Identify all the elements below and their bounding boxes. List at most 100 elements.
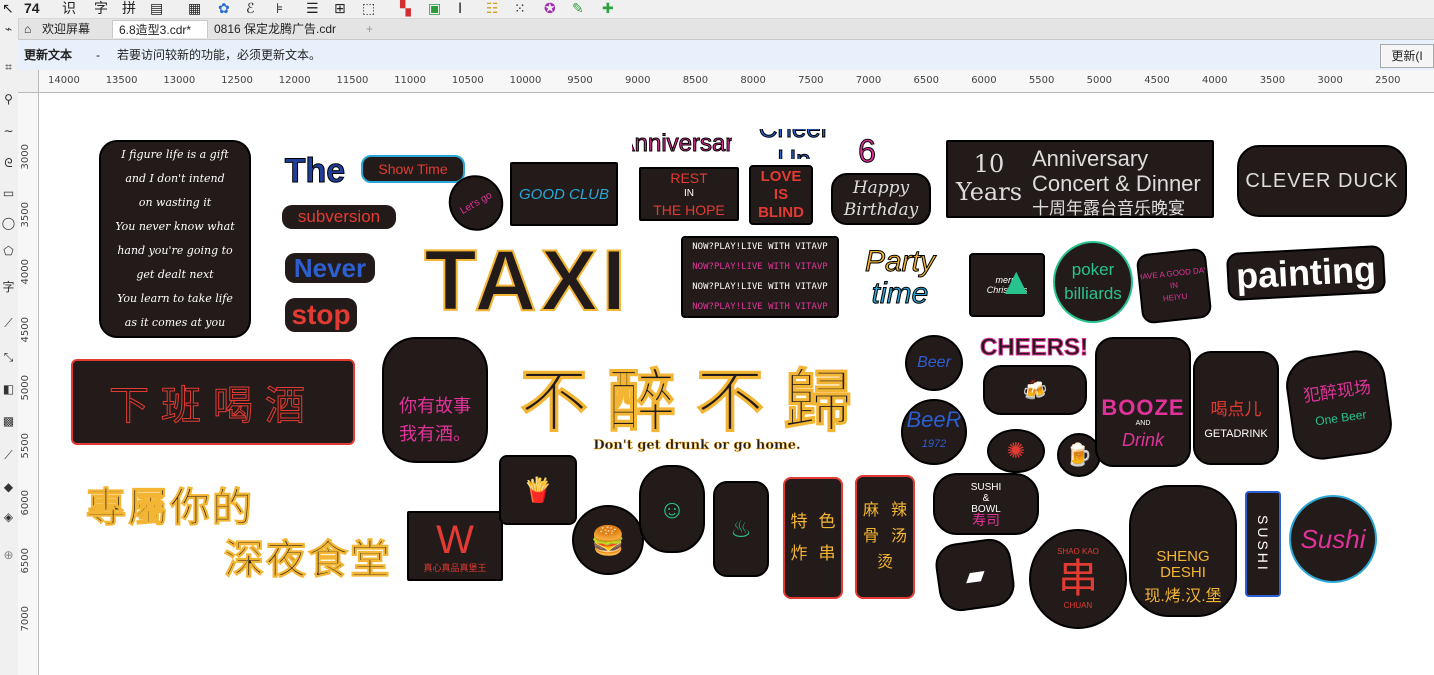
hotpot-icon[interactable]: ♨ (713, 481, 769, 577)
pattern-icon[interactable]: ✿ (218, 0, 230, 16)
vertical-ruler[interactable]: 3000 3500 4000 4500 5000 5500 6000 6500 7000 (18, 92, 39, 675)
sticker-shengdeshi[interactable]: SHENG DESHI 现.烤.汉.堡 (1129, 485, 1237, 617)
crop-tool-icon[interactable]: ⌗ (1, 60, 16, 75)
sticker-cheers[interactable]: CHEERS! (979, 333, 1089, 363)
sticker-shaokao[interactable]: SHAO KAO 串 CHUAN (1029, 529, 1127, 629)
add-tab-icon[interactable]: + (360, 20, 380, 38)
rectangle-tool-icon[interactable]: ▭ (1, 186, 16, 201)
sticker-stop[interactable]: stop (285, 298, 357, 332)
sticker-happy-birthday[interactable]: Happy Birthday (831, 173, 931, 225)
fries-icon[interactable]: 🍟 (499, 455, 577, 525)
sticker-anniversary[interactable]: Anniversary (632, 129, 732, 159)
sticker-beer-1972[interactable]: BeeR 1972 (901, 399, 967, 465)
sticker-six[interactable]: 6 (856, 133, 878, 169)
dots-icon[interactable]: ⁙ (514, 0, 526, 16)
sticker-clever-duck[interactable]: CLEVER DUCK (1237, 145, 1407, 217)
sticker-painting[interactable]: painting (1225, 244, 1387, 302)
distribute-icon[interactable]: ☰ (306, 0, 319, 16)
tab-doc-2[interactable]: 0816 保定龙腾广告.cdr (208, 20, 358, 38)
doc-icon[interactable]: ▤ (150, 0, 163, 16)
sticker-party-time[interactable]: Party time (851, 241, 949, 315)
sticker-good-club[interactable]: GOOD CLUB (510, 162, 618, 226)
line-tool-icon[interactable]: ⟋ (1, 316, 16, 331)
curve-icon[interactable]: ℰ (246, 0, 254, 16)
sticker-poker-billiards[interactable]: poker billiards (1053, 241, 1133, 323)
sticker-beer-1[interactable]: Beer (905, 335, 963, 391)
sticker-shenye-shitang[interactable]: 深夜食堂 (217, 533, 399, 580)
plugin-icon[interactable]: ✎ (572, 0, 584, 16)
update-button[interactable]: 更新(I (1380, 44, 1434, 68)
toast-icon[interactable]: ▰ (932, 536, 1018, 614)
macro-icon[interactable]: ✚ (602, 0, 614, 16)
fill-tool-icon[interactable]: ◆ (1, 480, 16, 495)
sticker-buzui-sub[interactable]: Don't get drunk or go home. (579, 435, 815, 455)
sticker-gushi-jiu[interactable]: 你有故事 我有酒。 (382, 337, 488, 463)
sticker-merry-christmas[interactable]: merry Christmas ▲ (969, 253, 1045, 317)
freehand-tool-icon[interactable]: ⌁ (1, 22, 16, 37)
sticker-never[interactable]: Never (285, 253, 375, 283)
menu-item-pinyin[interactable]: 拼 (122, 0, 136, 16)
sticker-fanzui-xianchang[interactable]: 犯醉现场 One Beer (1282, 346, 1396, 464)
horizontal-ruler[interactable]: 14000 13500 13000 12500 12000 11500 11000 10500… (18, 70, 1434, 93)
shengdeshi-line: SHENG (1156, 548, 1210, 565)
sticker-tese-zhachuan[interactable]: 特 色 炸 串 (783, 477, 843, 599)
color-icon[interactable]: ▚ (400, 0, 411, 16)
zoom-tool-icon[interactable]: ⚲ (1, 92, 16, 107)
ruler-origin[interactable] (18, 70, 39, 93)
sticker-mala-gutang[interactable]: 麻 辣 骨 汤 烫 (855, 475, 915, 599)
sticker-sushi-circle[interactable]: Sushi (1289, 495, 1377, 583)
menu-item-recognize[interactable]: 识 (62, 0, 76, 16)
home-icon[interactable]: ⌂ (18, 20, 37, 38)
effect-icon[interactable]: ✪ (544, 0, 556, 16)
list-icon[interactable]: ☷ (486, 0, 499, 16)
tab-current-doc[interactable]: 6.8造型3.cdr* (112, 20, 208, 38)
curve-tool-icon[interactable]: ∼ (1, 124, 16, 139)
sticker-cheer-up[interactable]: Cheer Up (744, 129, 844, 159)
eyedropper-tool-icon[interactable]: ⟋ (1, 448, 16, 463)
sticker-subversion[interactable]: subversion (282, 205, 396, 229)
sticker-good-day[interactable]: HAVE A GOOD DAY IN HEIYU (1135, 247, 1213, 325)
sticker-sushi-bowl[interactable]: SUSHI & BOWL 寿司 (933, 473, 1039, 535)
tb-74-icon[interactable]: 74 (24, 0, 40, 16)
sticker-rest-in-the-hope[interactable]: REST IN THE HOPE (639, 167, 739, 221)
polygon-tool-icon[interactable]: ⬠ (1, 244, 16, 259)
chili-icon[interactable]: ✺ (987, 429, 1045, 473)
spiral-tool-icon[interactable]: ᘓ (1, 156, 16, 171)
sticker-getadrink[interactable]: 喝点儿 GETADRINK (1193, 351, 1279, 465)
text-format-icon[interactable]: Ⅰ (458, 0, 462, 16)
tab-welcome[interactable]: 欢迎屏幕 (36, 20, 110, 38)
ellipse-tool-icon[interactable]: ◯ (1, 216, 16, 231)
sticker-the[interactable]: The (275, 153, 355, 189)
image-icon[interactable]: ▣ (428, 0, 441, 16)
connector-tool-icon[interactable]: ⤡ (1, 350, 16, 365)
sticker-booze[interactable]: BOOZE AND Drink (1095, 337, 1191, 467)
sticker-burger-king[interactable]: W 真心真品真堡王 (407, 511, 503, 581)
add-tool-icon[interactable]: ⊕ (1, 548, 16, 563)
transparency-tool-icon[interactable]: ▩ (1, 414, 16, 429)
sticker-love-is-blind[interactable]: LOVE IS BLIND (749, 165, 813, 225)
chuan-sub-label: CHUAN (1063, 601, 1093, 610)
burger-icon[interactable]: 🍔 (572, 505, 644, 575)
drawing-canvas[interactable]: I figure life is a gift and I don't inte… (39, 93, 1434, 675)
beer-mugs-icon[interactable]: 🍻 (983, 365, 1087, 415)
sticker-concert[interactable]: 10 Years Anniversary Concert & Dinner 十周… (946, 140, 1214, 218)
poem-line: I figure life is a gift (121, 148, 229, 161)
sticker-buzui-bugui[interactable]: 不醉不歸 (501, 355, 891, 435)
text-tool-icon[interactable]: 字 (1, 280, 16, 295)
pick-tool-icon[interactable]: ↖ (2, 0, 14, 16)
group-icon[interactable]: ⊞ (334, 0, 346, 16)
align-icon[interactable]: ⊧ (276, 0, 283, 16)
grid-icon[interactable]: ▦ (188, 0, 201, 16)
character-icon[interactable]: ☺ (639, 465, 705, 553)
sticker-poem[interactable]: I figure life is a gift and I don't inte… (99, 140, 251, 338)
smart-fill-tool-icon[interactable]: ◈ (1, 510, 16, 525)
sticker-show-time[interactable]: Show Time (361, 155, 465, 183)
sticker-xiaban-hejiu[interactable]: 下班喝酒 (71, 359, 355, 445)
sticker-now-playing[interactable]: NOW?PLAY!LIVE WITH VITAVP NOW?PLAY!LIVE … (681, 236, 839, 318)
select-box-icon[interactable]: ⬚ (362, 0, 375, 16)
sticker-sushi-vertical[interactable]: SUSHI (1245, 491, 1281, 597)
sticker-zhuanshu[interactable]: 專屬你的 (75, 481, 265, 528)
shadow-tool-icon[interactable]: ◧ (1, 382, 16, 397)
sticker-taxi[interactable]: TAXI (381, 238, 673, 324)
menu-item-char[interactable]: 字 (94, 0, 108, 16)
